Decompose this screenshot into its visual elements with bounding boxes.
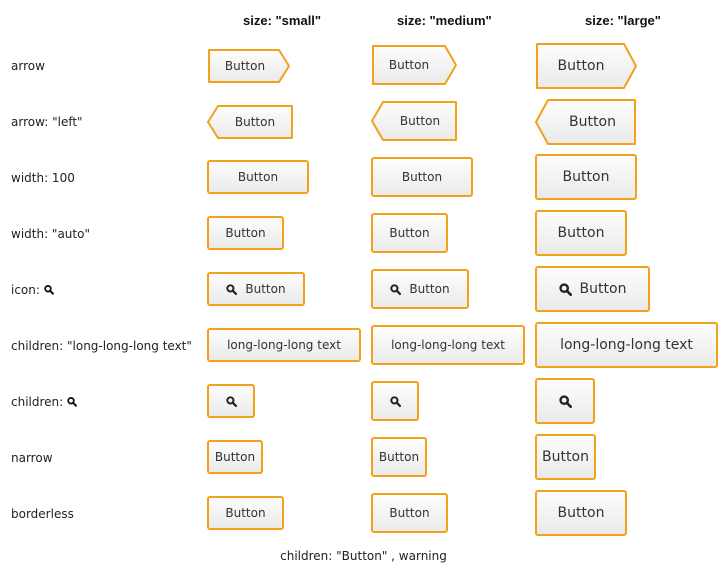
search-icon xyxy=(558,282,572,296)
width-auto-button-small[interactable]: Button xyxy=(207,216,284,250)
width-100-button-large[interactable]: Button xyxy=(535,154,637,200)
button-label: Button xyxy=(225,506,266,520)
row-label-children-long: children: "long-long-long text" xyxy=(11,339,192,353)
arrow-left-button-small[interactable] xyxy=(206,104,294,140)
button-label: Button xyxy=(378,450,420,464)
width-auto-button-medium[interactable]: Button xyxy=(371,213,448,253)
width-100-button-medium[interactable]: Button xyxy=(371,157,473,197)
row-label-narrow: narrow xyxy=(11,451,53,465)
narrow-button-small[interactable]: Button xyxy=(207,440,263,474)
arrow-right-button-small[interactable] xyxy=(207,48,291,84)
button-label: Button xyxy=(542,449,589,465)
search-icon xyxy=(67,395,78,409)
button-label: long-long-long text xyxy=(227,338,341,352)
button-label: Button xyxy=(562,169,610,185)
icon-only-button-medium[interactable] xyxy=(371,381,419,421)
narrow-button-large[interactable]: Button xyxy=(535,434,596,480)
icon-button-large[interactable]: Button xyxy=(535,266,650,312)
search-icon xyxy=(225,395,237,407)
button-label: Button xyxy=(225,226,266,240)
icon-only-button-large[interactable] xyxy=(535,378,595,424)
search-icon xyxy=(558,394,572,408)
button-label: long-long-long text xyxy=(391,338,505,352)
row-label-arrow: arrow xyxy=(11,59,45,73)
size-medium-header: size: "medium" xyxy=(397,13,492,28)
search-icon xyxy=(226,283,238,295)
button-label: Button xyxy=(401,170,443,184)
button-label: long-long-long text xyxy=(560,337,693,353)
long-text-button-medium[interactable]: long-long-long text xyxy=(371,325,525,365)
arrow-left-button-medium[interactable] xyxy=(370,100,458,142)
button-label: Button xyxy=(245,282,286,296)
button-label: Button xyxy=(214,450,256,464)
row-label-width: width: 100 xyxy=(11,171,75,185)
button-label: Button xyxy=(237,170,279,184)
long-text-button-large[interactable]: long-long-long text xyxy=(535,322,718,368)
button-label: Button xyxy=(389,226,430,240)
size-large-header: size: "large" xyxy=(585,13,661,28)
row-label-icon-text: icon: xyxy=(11,282,40,297)
row-label-icon: icon: xyxy=(11,283,54,298)
arrow-left-button-large[interactable] xyxy=(534,98,637,146)
button-label: Button xyxy=(409,282,450,296)
row-label-borderless: borderless xyxy=(11,507,74,521)
search-icon xyxy=(389,395,401,407)
button-label: Button xyxy=(557,225,605,241)
width-100-button-small[interactable]: Button xyxy=(207,160,309,194)
footer-caption: children: "Button" , warning xyxy=(280,549,447,563)
long-text-button-small[interactable]: long-long-long text xyxy=(207,328,361,362)
borderless-button-small[interactable]: Button xyxy=(207,496,284,530)
icon-button-medium[interactable]: Button xyxy=(371,269,469,309)
row-label-width-auto: width: "auto" xyxy=(11,227,90,241)
narrow-button-medium[interactable]: Button xyxy=(371,437,427,477)
size-small-header: size: "small" xyxy=(243,13,322,28)
search-icon xyxy=(390,283,402,295)
arrow-right-button-large[interactable] xyxy=(535,42,638,90)
row-label-children-icon: children: xyxy=(11,394,78,410)
search-icon xyxy=(44,283,54,297)
icon-button-small[interactable]: Button xyxy=(207,272,305,306)
button-label: Button xyxy=(557,505,605,521)
borderless-button-large[interactable]: Button xyxy=(535,490,627,536)
button-label: Button xyxy=(389,506,430,520)
row-label-arrow-left: arrow: "left" xyxy=(11,115,83,129)
button-label: Button xyxy=(579,281,627,297)
width-auto-button-large[interactable]: Button xyxy=(535,210,627,256)
arrow-right-button-medium[interactable] xyxy=(371,44,458,86)
row-label-children-icon-text: children: xyxy=(11,394,64,409)
icon-only-button-small[interactable] xyxy=(207,384,255,418)
borderless-button-medium[interactable]: Button xyxy=(371,493,448,533)
